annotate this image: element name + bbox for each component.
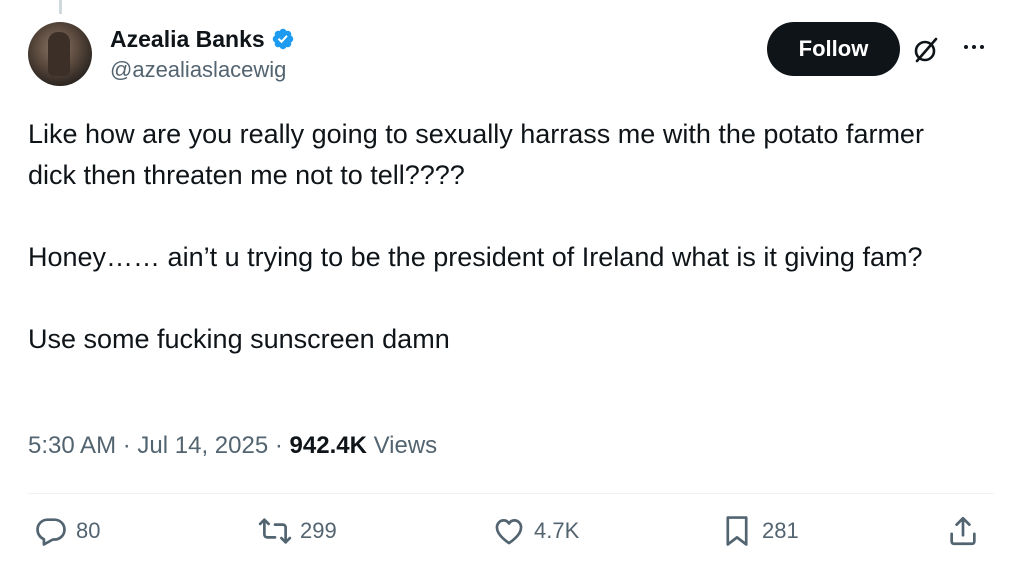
meta-separator: · (274, 432, 283, 459)
tweet-time[interactable]: 5:30 AM (28, 432, 116, 459)
tweet-date[interactable]: Jul 14, 2025 (137, 432, 268, 459)
divider (28, 493, 994, 494)
tweet-paragraph: Like how are you really going to sexuall… (28, 119, 924, 190)
bookmark-icon (726, 516, 748, 546)
verified-badge-icon (272, 28, 293, 50)
avatar[interactable] (28, 22, 92, 86)
repost-button[interactable]: 299 (258, 514, 337, 548)
more-dot (964, 45, 968, 49)
reply-count: 80 (76, 518, 101, 543)
tweet-paragraph: Honey…… ain’t u trying to be the preside… (28, 242, 923, 272)
like-button[interactable]: 4.7K (492, 514, 579, 548)
share-button[interactable] (946, 514, 980, 548)
reply-icon (36, 518, 66, 546)
repost-icon (258, 518, 292, 544)
heart-icon (495, 519, 523, 545)
repost-count: 299 (300, 518, 337, 543)
more-dot (980, 45, 984, 49)
reply-button[interactable]: 80 (34, 514, 100, 548)
grok-icon[interactable] (912, 36, 940, 64)
bookmark-button[interactable]: 281 (720, 514, 799, 548)
views-label: Views (373, 432, 438, 459)
author-block: Azealia Banks @azealiaslacewig (110, 24, 295, 85)
more-dot (972, 45, 976, 49)
more-icon[interactable] (956, 32, 992, 62)
avatar-figure (48, 32, 70, 76)
thread-line (59, 0, 62, 14)
share-icon (950, 516, 976, 546)
views-count: 942.4K (289, 432, 367, 459)
bookmark-count: 281 (762, 518, 799, 543)
meta-separator: · (122, 432, 131, 459)
tweet-text: Like how are you really going to sexuall… (28, 114, 978, 360)
follow-button[interactable]: Follow (767, 22, 900, 76)
action-bar: 80 299 4.7K 281 (34, 514, 994, 558)
author-handle[interactable]: @azealiaslacewig (110, 55, 295, 85)
name-row: Azealia Banks (110, 24, 295, 54)
display-name[interactable]: Azealia Banks (110, 24, 265, 54)
tweet-meta: 5:30 AM · Jul 14, 2025 · 942.4K Views (28, 428, 437, 464)
like-count: 4.7K (534, 518, 580, 543)
tweet-header: Azealia Banks @azealiaslacewig Follow (28, 20, 994, 100)
tweet-paragraph: Use some fucking sunscreen damn (28, 324, 450, 354)
